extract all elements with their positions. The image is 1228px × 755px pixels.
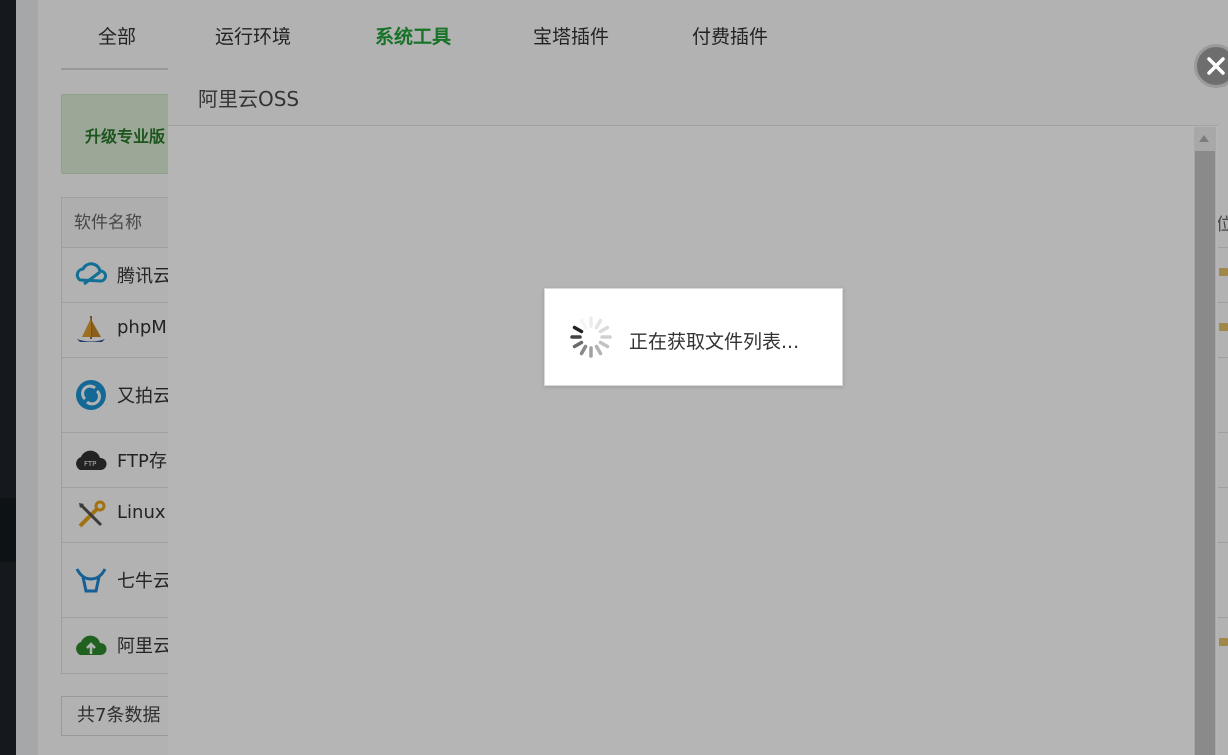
loading-spinner-icon — [570, 316, 612, 358]
dialog-title: 阿里云OSS — [198, 87, 300, 111]
loading-toast: 正在获取文件列表... — [544, 288, 843, 386]
dialog-header: 阿里云OSS — [168, 63, 1218, 126]
dialog-body — [168, 126, 1218, 755]
aliyun-oss-dialog: 阿里云OSS — [168, 63, 1218, 755]
scroll-up-arrow-icon[interactable] — [1199, 135, 1209, 142]
scrollbar-thumb[interactable] — [1195, 151, 1215, 755]
loading-message: 正在获取文件列表... — [629, 331, 800, 353]
close-icon — [1207, 57, 1225, 75]
